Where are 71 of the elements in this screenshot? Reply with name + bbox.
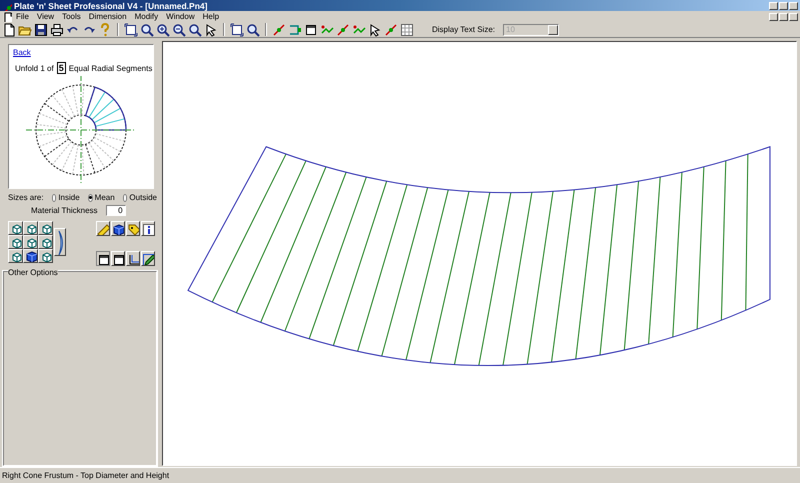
menu-item[interactable]: Dimension xyxy=(84,12,131,21)
view-button[interactable] xyxy=(23,221,38,235)
field-label: Material Thickness xyxy=(31,206,98,215)
radio-label[interactable]: Outside xyxy=(129,193,157,202)
printer-icon[interactable] xyxy=(50,22,64,36)
radio-button[interactable] xyxy=(52,194,56,202)
sizes-label: Sizes are: xyxy=(8,193,44,202)
thickness-field[interactable]: 0 xyxy=(106,205,126,216)
node-icon[interactable] xyxy=(336,22,350,36)
menu-item[interactable]: Help xyxy=(198,12,224,21)
window-icon xyxy=(112,252,124,264)
view-button[interactable] xyxy=(23,249,38,263)
magnifier-icon[interactable] xyxy=(140,22,154,36)
group-title: Other Options xyxy=(8,268,58,277)
tag-icon xyxy=(127,222,139,234)
outline-cube-icon xyxy=(10,222,22,234)
outline-cube-icon xyxy=(40,250,52,262)
menu-item[interactable]: Tools xyxy=(58,12,85,21)
view-button[interactable] xyxy=(8,221,23,235)
unfold-label: Equal Radial Segments xyxy=(68,64,152,72)
outline-cube-icon xyxy=(24,222,36,234)
node-icon[interactable] xyxy=(272,22,286,36)
menu-item[interactable]: File xyxy=(12,12,33,21)
view-button[interactable] xyxy=(8,235,23,249)
view-button[interactable] xyxy=(23,235,38,249)
view-button[interactable] xyxy=(38,249,53,263)
outline-cube-icon xyxy=(40,222,52,234)
tool-button[interactable] xyxy=(96,251,110,266)
document-icon[interactable] xyxy=(2,12,12,22)
pen-icon xyxy=(142,252,154,264)
window-icon[interactable] xyxy=(304,22,318,36)
window-title: Plate 'n' Sheet Professional V4 - [Unnamed.Pn4] xyxy=(13,0,208,10)
magnifier-icon[interactable] xyxy=(246,22,260,36)
outline-cube-icon xyxy=(40,236,52,248)
menu-item[interactable]: Window xyxy=(162,12,199,21)
frame-icon[interactable] xyxy=(230,22,244,36)
view-button[interactable] xyxy=(54,228,66,256)
view-button[interactable] xyxy=(38,221,53,235)
view-button[interactable] xyxy=(8,249,23,263)
cube-icon xyxy=(24,250,36,262)
menu-item[interactable]: View xyxy=(32,12,58,21)
frame-icon[interactable] xyxy=(124,22,138,36)
radio-label[interactable]: Inside xyxy=(58,193,80,202)
radio-button[interactable] xyxy=(88,194,93,202)
arrows-icon[interactable] xyxy=(320,22,334,36)
status-text: Right Cone Frustum - Top Diameter and Height xyxy=(2,471,170,480)
info-icon xyxy=(142,222,154,234)
cube-icon xyxy=(112,222,124,234)
node-icon[interactable] xyxy=(384,22,398,36)
axes-icon xyxy=(127,252,139,264)
window-icon xyxy=(97,252,109,264)
segment-count-field[interactable]: 5 xyxy=(56,62,66,74)
unfold-label: Unfold 1 of xyxy=(15,64,54,72)
zoom-out-icon[interactable] xyxy=(172,22,186,36)
outline-cube-icon xyxy=(10,236,22,248)
pointer-icon[interactable] xyxy=(204,22,218,36)
view-button[interactable] xyxy=(38,235,53,249)
field-label: Display Text Size: xyxy=(432,25,495,34)
outline-cube-icon xyxy=(10,250,22,262)
back-link[interactable]: Back xyxy=(13,48,31,57)
menu-item[interactable]: Modify xyxy=(130,12,162,21)
ruler-icon xyxy=(97,222,109,234)
arrows-icon[interactable] xyxy=(352,22,366,36)
save-icon[interactable] xyxy=(34,22,48,36)
radio-button[interactable] xyxy=(122,194,128,202)
pointer-icon[interactable] xyxy=(368,22,382,36)
grid-icon[interactable] xyxy=(400,22,414,36)
radio-label[interactable]: Mean xyxy=(94,193,115,202)
magnifier-icon[interactable] xyxy=(188,22,202,36)
outline-cube-icon xyxy=(24,236,36,248)
zoom-in-icon[interactable] xyxy=(156,22,170,36)
